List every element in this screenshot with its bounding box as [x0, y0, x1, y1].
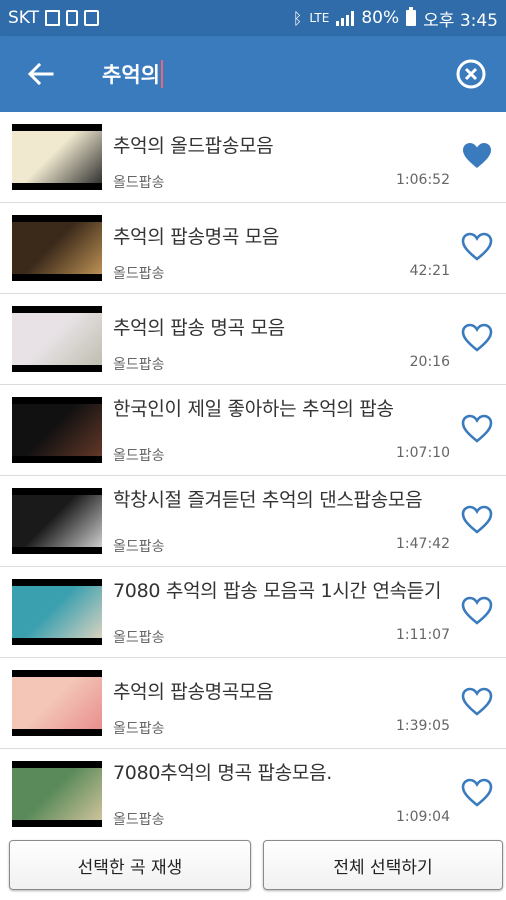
search-input[interactable]: 추억의 — [80, 36, 436, 112]
song-list-item[interactable]: 추억의 팝송명곡 모음올드팝송 42:21 — [0, 203, 506, 294]
song-meta: 올드팝송 1:11:07 — [113, 627, 450, 647]
video-thumbnail — [12, 397, 102, 463]
song-title: 학창시절 즐겨듣던 추억의 댄스팝송모음 — [113, 489, 423, 511]
favorite-button[interactable] — [458, 774, 496, 812]
song-duration: 42:21 — [409, 263, 450, 279]
song-title: 추억의 올드팝송모음 — [113, 135, 274, 157]
back-button[interactable] — [0, 36, 80, 112]
song-duration: 1:39:05 — [396, 718, 450, 734]
song-title: 7080추억의 명곡 팝송모음. — [113, 762, 332, 784]
song-info: 학창시절 즐겨듣던 추억의 댄스팝송모음올드팝송 1:47:42 — [113, 488, 453, 556]
song-list-item[interactable]: 추억의 팝송명곡모음올드팝송 1:39:05 — [0, 658, 506, 749]
channel-name: 올드팝송 — [113, 175, 165, 191]
song-info: 7080 추억의 팝송 모음곡 1시간 연속듣기올드팝송 1:11:07 — [113, 579, 453, 647]
heart-outline-icon — [461, 687, 493, 716]
video-thumbnail — [12, 761, 102, 827]
favorite-button[interactable] — [458, 228, 496, 266]
song-list-item[interactable]: 학창시절 즐겨듣던 추억의 댄스팝송모음올드팝송 1:47:42 — [0, 476, 506, 567]
video-thumbnail — [12, 215, 102, 281]
heart-outline-icon — [461, 505, 493, 534]
channel-name: 올드팝송 — [113, 630, 165, 646]
song-duration: 1:47:42 — [396, 536, 450, 552]
bottom-action-bar: 선택한 곡 재생 전체 선택하기 — [0, 832, 506, 900]
bluetooth-icon: ᛒ — [292, 8, 303, 28]
battery-icon — [406, 7, 417, 26]
channel-name: 올드팝송 — [113, 721, 165, 737]
song-list-item[interactable]: 한국인이 제일 좋아하는 추억의 팝송올드팝송 1:07:10 — [0, 385, 506, 476]
video-thumbnail — [12, 124, 102, 190]
search-toolbar: 추억의 — [0, 36, 506, 112]
heart-outline-icon — [461, 323, 493, 352]
song-duration: 1:09:04 — [396, 809, 450, 825]
song-meta: 올드팝송 42:21 — [113, 263, 450, 283]
favorite-button[interactable] — [458, 319, 496, 357]
image-notification-icon — [45, 10, 61, 26]
heart-outline-icon — [461, 414, 493, 443]
song-meta: 올드팝송 1:39:05 — [113, 718, 450, 738]
video-thumbnail — [12, 488, 102, 554]
channel-name: 올드팝송 — [113, 266, 165, 282]
song-meta: 올드팝송 1:06:52 — [113, 172, 450, 192]
song-title: 추억의 팝송 명곡 모음 — [113, 317, 285, 339]
song-info: 추억의 올드팝송모음올드팝송 1:06:52 — [113, 124, 453, 192]
song-info: 7080추억의 명곡 팝송모음. 올드팝송 1:09:04 — [113, 761, 453, 829]
heart-outline-icon — [461, 232, 493, 261]
favorite-button[interactable] — [458, 592, 496, 630]
song-title: 추억의 팝송명곡모음 — [113, 681, 274, 703]
song-info: 추억의 팝송 명곡 모음올드팝송 20:16 — [113, 306, 453, 374]
clear-search-button[interactable] — [436, 36, 506, 112]
clock: 오후 3:45 — [423, 10, 498, 31]
heart-outline-icon — [461, 596, 493, 625]
search-query[interactable]: 추억의 — [102, 59, 160, 89]
app-notification-icon — [84, 10, 100, 26]
song-list[interactable]: 추억의 올드팝송모음 올드팝송 1:06:52 추억의 팝송명곡 모음 올드팝송 42:2… — [0, 112, 506, 832]
favorite-button[interactable] — [458, 501, 496, 539]
select-all-button[interactable]: 전체 선택하기 — [263, 840, 503, 890]
channel-name: 올드팝송 — [113, 539, 165, 555]
carrier-label: SKT — [8, 8, 40, 28]
song-list-item[interactable]: 7080추억의 명곡 팝송모음. 올드팝송 1:09:04 — [0, 749, 506, 832]
song-duration: 1:06:52 — [396, 172, 450, 188]
video-thumbnail — [12, 579, 102, 645]
favorite-button[interactable] — [458, 137, 496, 175]
song-title: 7080 추억의 팝송 모음곡 1시간 연속듣기 — [113, 580, 442, 602]
channel-name: 올드팝송 — [113, 812, 165, 828]
status-bar: SKT ᛒ LTE 80% 오후 3:45 — [0, 0, 506, 36]
channel-name: 올드팝송 — [113, 357, 165, 373]
arrow-left-icon — [27, 62, 54, 86]
clear-circle-icon — [456, 59, 486, 89]
song-list-item[interactable]: 추억의 올드팝송모음올드팝송 1:06:52 — [0, 112, 506, 203]
song-meta: 올드팝송 20:16 — [113, 354, 450, 374]
signal-icon — [336, 10, 355, 26]
battery-percent: 80% — [361, 8, 400, 28]
song-list-item[interactable]: 추억의 팝송 명곡 모음올드팝송 20:16 — [0, 294, 506, 385]
song-info: 추억의 팝송명곡 모음올드팝송 42:21 — [113, 215, 453, 283]
favorite-button[interactable] — [458, 410, 496, 448]
song-title: 한국인이 제일 좋아하는 추억의 팝송 — [113, 398, 394, 420]
song-duration: 1:07:10 — [396, 445, 450, 461]
song-duration: 1:11:07 — [396, 627, 450, 643]
song-duration: 20:16 — [409, 354, 450, 370]
heart-filled-icon — [463, 143, 491, 168]
video-thumbnail — [12, 670, 102, 736]
song-info: 한국인이 제일 좋아하는 추억의 팝송올드팝송 1:07:10 — [113, 397, 453, 465]
channel-name: 올드팝송 — [113, 448, 165, 464]
song-meta: 올드팝송 1:09:04 — [113, 809, 450, 829]
heart-outline-icon — [461, 778, 493, 807]
song-list-item[interactable]: 7080 추억의 팝송 모음곡 1시간 연속듣기올드팝송 1:11:07 — [0, 567, 506, 658]
play-selected-button[interactable]: 선택한 곡 재생 — [9, 840, 251, 890]
video-thumbnail — [12, 306, 102, 372]
favorite-button[interactable] — [458, 683, 496, 721]
song-meta: 올드팝송 1:47:42 — [113, 536, 450, 556]
network-type: LTE — [309, 11, 330, 25]
song-info: 추억의 팝송명곡모음올드팝송 1:39:05 — [113, 670, 453, 738]
song-meta: 올드팝송 1:07:10 — [113, 445, 450, 465]
text-cursor — [160, 60, 163, 88]
song-title: 추억의 팝송명곡 모음 — [113, 226, 280, 248]
file-notification-icon — [66, 10, 79, 26]
